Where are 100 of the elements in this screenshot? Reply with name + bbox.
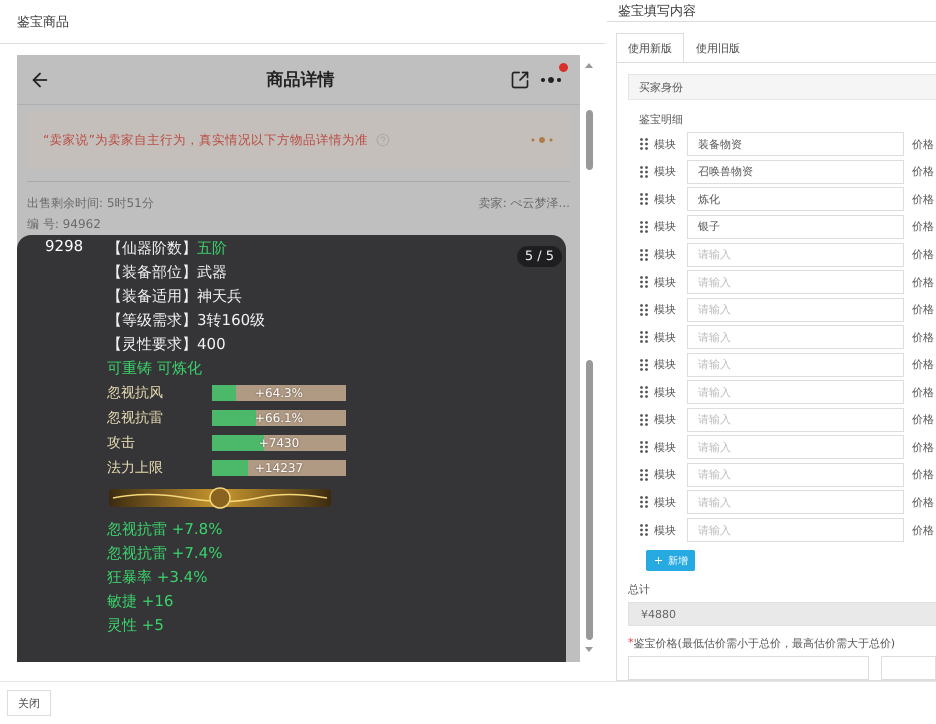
- item-tags: 可重铸 可炼化: [107, 358, 202, 378]
- price-label: 价格: [912, 330, 934, 345]
- sale-time: 出售剩余时间: 5时51分: [27, 195, 154, 212]
- drag-handle-icon[interactable]: [640, 496, 648, 508]
- seller-name: 卖家: ぺ云梦泽...: [478, 195, 570, 212]
- drag-handle-icon[interactable]: [640, 304, 648, 316]
- close-button[interactable]: 关闭: [7, 690, 51, 716]
- attribute-value: 五阶: [197, 238, 227, 258]
- stat-label: 忽视抗雷: [107, 408, 164, 426]
- drag-handle-icon[interactable]: [640, 414, 648, 426]
- input-field[interactable]: [880, 656, 936, 680]
- module-input[interactable]: 请输入: [687, 490, 904, 514]
- attribute-label: 【等级需求】: [107, 310, 197, 330]
- price-label: 价格: [912, 219, 934, 234]
- module-label: 模块: [654, 467, 676, 482]
- price-label: 价格: [912, 412, 934, 428]
- module-label: 模块: [654, 302, 676, 318]
- price-label: 价格: [912, 274, 934, 290]
- total-field: ¥4880: [628, 602, 936, 626]
- attribute-label: 【装备适用】: [107, 286, 197, 306]
- stat-label: 法力上限: [107, 458, 164, 476]
- drag-handle-icon[interactable]: [640, 276, 648, 288]
- stat-value: +64.3%: [254, 384, 304, 400]
- tab[interactable]: 使用新版: [616, 33, 684, 64]
- share-icon[interactable]: [510, 70, 530, 90]
- module-input[interactable]: 请输入: [687, 380, 904, 404]
- serial-number: 编 号: 94962: [27, 216, 101, 233]
- more-icon[interactable]: [540, 76, 564, 84]
- drag-handle-icon[interactable]: [640, 220, 648, 233]
- module-input[interactable]: 请输入: [687, 435, 904, 460]
- module-input[interactable]: 请输入: [687, 242, 904, 267]
- attribute-value: 3转160级: [197, 310, 266, 330]
- price-label: 价格: [912, 467, 934, 482]
- price-label: 价格: [912, 522, 934, 538]
- module-input[interactable]: 请输入: [687, 408, 904, 432]
- module-label: 模块: [654, 494, 676, 510]
- panel-title: 鉴宝商品: [17, 14, 69, 30]
- item-id: 9298: [45, 237, 84, 255]
- module-label: 模块: [654, 192, 676, 207]
- module-label: 模块: [654, 164, 676, 180]
- price-label: 价格: [912, 384, 934, 400]
- module-label: 模块: [654, 136, 676, 152]
- module-input[interactable]: 请输入: [687, 518, 904, 542]
- price-label: 价格: [912, 494, 934, 510]
- price-label: 价格: [912, 247, 934, 262]
- module-label: 模块: [654, 247, 676, 262]
- dots-icon: [530, 136, 554, 144]
- drag-handle-icon[interactable]: [640, 386, 648, 398]
- module-input[interactable]: 请输入: [687, 325, 904, 350]
- notice-text: “卖家说”为卖家自主行为，真实情况以下方物品详情为准: [43, 132, 368, 148]
- stat-value: +66.1%: [254, 410, 304, 426]
- module-label: 模块: [654, 274, 676, 290]
- attribute-label: 【灵性要求】: [107, 334, 197, 354]
- drag-handle-icon[interactable]: [640, 441, 648, 454]
- module-label: 模块: [654, 440, 676, 455]
- plus-icon: [653, 555, 664, 566]
- module-input[interactable]: 银子: [687, 214, 904, 239]
- bonus-text: 忽视抗雷 +7.4%: [107, 544, 222, 562]
- module-input[interactable]: 召唤兽物资: [687, 160, 904, 184]
- module-input[interactable]: 请输入: [687, 462, 904, 487]
- bonus-text: 狂暴率 +3.4%: [107, 568, 208, 586]
- bonus-text: 灵性 +5: [107, 616, 164, 634]
- price-label: 价格: [912, 164, 934, 180]
- page-title: 商品详情: [266, 69, 336, 91]
- drag-handle-icon[interactable]: [640, 468, 648, 481]
- section-header: 买家身份: [628, 74, 936, 100]
- price-label: 价格: [912, 302, 934, 318]
- page-counter: 5 / 5: [516, 246, 562, 267]
- drag-handle-icon[interactable]: [640, 166, 648, 178]
- module-label: 模块: [654, 384, 676, 400]
- attribute-value: 武器: [197, 262, 227, 282]
- drag-handle-icon[interactable]: [640, 138, 648, 150]
- drag-handle-icon[interactable]: [640, 193, 648, 206]
- module-label: 模块: [654, 522, 676, 538]
- panel-title: 鉴宝填写内容: [618, 2, 696, 20]
- attribute-value: 400: [197, 335, 226, 353]
- module-label: 模块: [654, 357, 676, 372]
- drag-handle-icon[interactable]: [640, 331, 648, 344]
- module-label: 模块: [654, 219, 676, 234]
- bonus-text: 忽视抗雷 +7.8%: [107, 520, 222, 538]
- price-range-label: 鉴宝价格(最低估价需小于总价，最高估价需大于总价): [634, 636, 896, 651]
- price-label: 价格: [912, 192, 934, 207]
- module-label: 模块: [654, 412, 676, 428]
- module-input[interactable]: 装备物资: [687, 132, 904, 156]
- stat-label: 攻击: [107, 434, 136, 452]
- drag-handle-icon[interactable]: [640, 248, 648, 261]
- input-field[interactable]: [628, 656, 869, 680]
- stat-label: 忽视抗风: [107, 384, 164, 402]
- drag-handle-icon[interactable]: [640, 524, 648, 536]
- module-input[interactable]: 请输入: [687, 270, 904, 294]
- module-input[interactable]: 请输入: [687, 352, 904, 377]
- section-label: 鉴宝明细: [638, 112, 684, 128]
- price-label: 价格: [912, 136, 934, 152]
- total-label: 总计: [628, 582, 651, 597]
- module-input[interactable]: 炼化: [687, 187, 904, 212]
- price-label: 价格: [912, 440, 934, 455]
- stat-value: +14237: [254, 460, 304, 476]
- drag-handle-icon[interactable]: [640, 358, 648, 371]
- attribute-label: 【仙器阶数】: [107, 238, 197, 258]
- module-input[interactable]: 请输入: [687, 298, 904, 322]
